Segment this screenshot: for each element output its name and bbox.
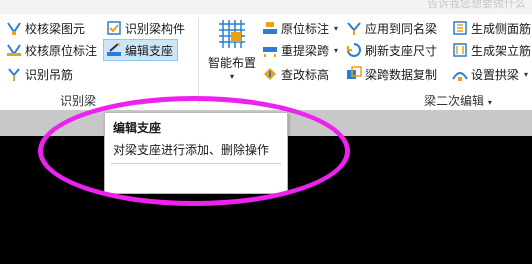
elevation-label: 查改标高 xyxy=(281,67,330,82)
tooltip-title: 编辑支座 xyxy=(113,121,162,135)
check-beam-label: 校核梁图元 xyxy=(25,21,86,36)
check-annotation-button[interactable]: 校核原位标注 xyxy=(6,40,97,60)
identify-hanger-label: 识别吊筋 xyxy=(25,67,74,82)
identify-hanger-button[interactable]: 识别吊筋 xyxy=(6,64,73,84)
side-rebar-button[interactable]: 生成侧面筋 xyxy=(452,18,531,38)
smart-layout-label: 智能布置 xyxy=(207,56,256,70)
span-copy-label: 梁跨数据复制 xyxy=(365,67,438,82)
elevation-icon xyxy=(264,68,276,80)
group-divider xyxy=(198,18,199,104)
beam-span-icon xyxy=(263,47,277,57)
group-label-identify-beam: 识别梁 xyxy=(60,94,97,108)
smart-layout-dropdown-icon: ▾ xyxy=(229,72,234,81)
beam-span-label: 重提梁跨 xyxy=(281,43,330,58)
erection-rebar-icon xyxy=(453,43,467,57)
chevron-down-icon: ▾ xyxy=(334,45,339,55)
identify-beam-button[interactable]: 识别梁构件 xyxy=(106,18,185,38)
support-edit-icon xyxy=(107,43,121,56)
in-situ-annotation-button[interactable]: 原位标注 ▾ xyxy=(262,18,338,38)
beam-check-icon xyxy=(7,22,21,35)
span-copy-button[interactable]: 梁跨数据复制 xyxy=(346,64,437,84)
tooltip-divider xyxy=(111,163,281,164)
hanger-identify-icon xyxy=(8,68,20,81)
tooltip: 编辑支座 对梁支座进行添加、删除操作 xyxy=(104,112,288,194)
apply-same-name-label: 应用到同名梁 xyxy=(365,21,438,36)
span-copy-icon xyxy=(347,66,362,79)
chevron-down-icon: ▾ xyxy=(334,23,339,33)
beam-span-button[interactable]: 重提梁跨 ▾ xyxy=(262,40,338,60)
apply-same-name-icon xyxy=(347,22,361,35)
check-beam-button[interactable]: 校核梁图元 xyxy=(6,18,85,38)
smart-layout-button[interactable]: 智能布置 ▾ xyxy=(206,18,258,88)
elevation-button[interactable]: 查改标高 xyxy=(262,64,329,84)
identify-beam-label: 识别梁构件 xyxy=(125,21,186,36)
group-label-beam-secondary-edit: 梁二次编辑 ▾ xyxy=(424,92,492,109)
apply-same-name-button[interactable]: 应用到同名梁 xyxy=(346,18,437,38)
refresh-support-label: 刷新支座尺寸 xyxy=(365,43,438,58)
tell-me-text: 告诉我您想要做什么 xyxy=(427,0,526,10)
beam-identify-icon xyxy=(107,21,121,35)
side-rebar-label: 生成侧面筋 xyxy=(471,21,532,36)
arch-beam-icon xyxy=(452,72,468,81)
in-situ-annotation-icon xyxy=(263,22,277,34)
refresh-support-button[interactable]: 刷新支座尺寸 xyxy=(346,40,437,60)
check-annotation-label: 校核原位标注 xyxy=(25,43,98,58)
arch-beam-label: 设置拱梁 xyxy=(471,67,520,82)
group-expand-icon[interactable]: ▾ xyxy=(488,98,492,107)
annotation-check-icon xyxy=(7,44,21,56)
edit-support-label: 编辑支座 xyxy=(125,43,174,58)
erection-rebar-label: 生成架立筋 xyxy=(471,43,532,58)
side-rebar-icon xyxy=(453,21,467,35)
tooltip-description: 对梁支座进行添加、删除操作 xyxy=(113,143,270,157)
chevron-down-icon: ▾ xyxy=(524,69,529,79)
arch-beam-button[interactable]: 设置拱梁 ▾ xyxy=(452,64,528,84)
ribbon: 告诉我您想要做什么 校核梁图元 识别梁构件 校核原位标注 编辑支座 识别吊筋 识… xyxy=(0,0,532,110)
edit-support-button[interactable]: 编辑支座 xyxy=(102,39,179,61)
in-situ-annotation-label: 原位标注 xyxy=(281,21,330,36)
title-strip: 告诉我您想要做什么 xyxy=(0,0,532,14)
refresh-support-icon xyxy=(347,43,361,57)
smart-layout-icon xyxy=(219,20,245,48)
group-label-text: 梁二次编辑 xyxy=(424,94,485,108)
erection-rebar-button[interactable]: 生成架立筋 xyxy=(452,40,531,60)
